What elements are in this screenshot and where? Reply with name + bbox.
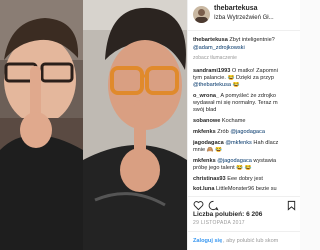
caption: thebartekusa Zbyt inteligentnie? (193, 37, 299, 44)
post-photo-image (0, 0, 187, 250)
comment-user[interactable]: mkfenks (193, 129, 216, 135)
comment-user[interactable]: christinas93 (193, 176, 226, 182)
likes-count[interactable]: Liczba polubień: 6 206 (193, 211, 262, 218)
comment-text: LittleMonster96 bezie su (214, 186, 277, 192)
comment-line: kot.luna LittleMonster96 bezie su (193, 186, 299, 193)
comment-text: Zrób (215, 129, 231, 135)
comment-user[interactable]: sandrami1993 (193, 68, 230, 74)
comment-mention[interactable]: @thebartekusa 😂 (193, 82, 299, 89)
comment-user[interactable]: mkfenks (193, 158, 216, 164)
see-translation-link[interactable]: zobacz tłumaczenie (193, 55, 299, 62)
comment-line: christinas93 Eee dobry jest (193, 176, 299, 183)
comment-line-cont: swój blad (193, 107, 217, 113)
post-date[interactable]: 29 LISTOPADA 2017 (193, 220, 245, 226)
comment-user[interactable]: o_wrona_ (193, 93, 219, 99)
login-link[interactable]: Zaloguj się (193, 238, 222, 244)
avatar[interactable] (193, 6, 210, 23)
comment-line-cont: mnie 🙈 😂 (193, 147, 223, 153)
login-text: , aby polubić lub skom (223, 238, 279, 244)
comment-user[interactable]: jagodagaca (193, 140, 224, 146)
post-photo[interactable] (0, 0, 187, 250)
comment-line-cont: wydawał mi się normalny. Teraz m (193, 100, 278, 106)
comment-icon[interactable] (208, 200, 219, 211)
comment-text: Eee dobry jest (225, 176, 263, 182)
comment-line-cont: próbę jego talent 😂 😂 (193, 165, 252, 171)
comment-text: Kochame (220, 118, 246, 124)
comment-user[interactable]: sobanowe (193, 118, 220, 124)
comment-line: sobanowe Kochame (193, 118, 299, 125)
comment-line: sandrami1993 O matko! Zapomni (193, 68, 299, 75)
comment-text: O matko! Zapomni (230, 68, 278, 74)
bookmark-icon[interactable] (286, 200, 297, 211)
caption-user[interactable]: thebartekusa (193, 37, 228, 43)
header-username[interactable]: thebartekusa (214, 5, 258, 12)
login-prompt: Zaloguj się , aby polubić lub skom (188, 231, 300, 250)
comment-line-cont: tym palancie. 😂 Dzięki za przyp (193, 75, 274, 81)
caption-tag[interactable]: @adam_zdrojkowski (193, 45, 299, 52)
comment-line: o_wrona_ A pomyśleć że zdrojko (193, 93, 299, 100)
heart-icon[interactable] (193, 200, 204, 211)
header-location[interactable]: Izba Wytrzeźwień Gł... (214, 15, 274, 21)
caption-text: Zbyt inteligentnie? (229, 37, 275, 43)
comment-text: A pomyśleć że zdrojko (219, 93, 277, 99)
comment-user[interactable]: kot.luna (193, 186, 214, 192)
comment-mention[interactable]: @mkfenks (225, 140, 252, 146)
comment-mention[interactable]: @jagodagaca (230, 129, 265, 135)
comment-text: Hah dlacz (251, 140, 279, 146)
comment-line: mkfenks @jagodagaca wystawia (193, 158, 299, 165)
comment-line: mkfenks Zrób @jagodagaca (193, 129, 299, 136)
post-header: thebartekusa Izba Wytrzeźwień Gł... (188, 0, 300, 31)
comment-mention[interactable]: @jagodagaca (217, 158, 252, 164)
comment-text: wystawia (251, 158, 277, 164)
comments-panel: thebartekusa Izba Wytrzeźwień Gł... theb… (187, 0, 300, 250)
comment-line: jagodagaca @mkfenks Hah dlacz (193, 140, 299, 147)
instagram-post: thebartekusa Izba Wytrzeźwień Gł... theb… (0, 0, 300, 250)
